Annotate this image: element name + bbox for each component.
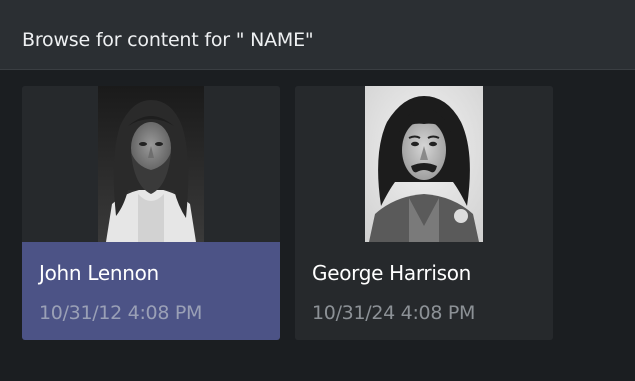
card-info: John Lennon 10/31/12 4:08 PM [22,242,280,340]
dialog-title: Browse for content for " NAME" [22,29,314,51]
card-date: 10/31/24 4:08 PM [312,302,476,324]
card-name: John Lennon [39,261,159,285]
card-date: 10/31/12 4:08 PM [39,302,203,324]
result-card-john-lennon[interactable]: John Lennon 10/31/12 4:08 PM [22,86,280,340]
thumbnail-area [22,86,280,242]
browse-content-dialog: Browse for content for " NAME" John Lenn… [0,0,635,381]
card-info: George Harrison 10/31/24 4:08 PM [295,242,553,340]
result-card-george-harrison[interactable]: George Harrison 10/31/24 4:08 PM [295,86,553,340]
results-grid: John Lennon 10/31/12 4:08 PM George Harr… [22,86,622,346]
george-harrison-photo [365,86,483,242]
dialog-header: Browse for content for " NAME" [0,0,635,70]
john-lennon-photo [98,86,204,242]
thumbnail-area [295,86,553,242]
card-name: George Harrison [312,261,472,285]
